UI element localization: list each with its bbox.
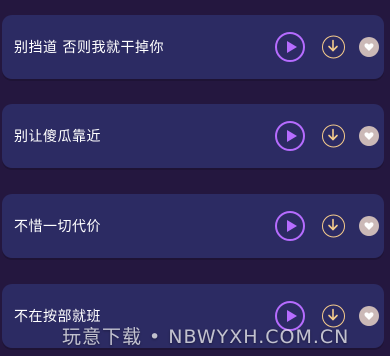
- song-card[interactable]: 不惜一切代价: [2, 194, 384, 258]
- like-button[interactable]: [359, 37, 379, 57]
- play-icon: [287, 310, 297, 322]
- download-icon: [328, 308, 338, 321]
- like-button[interactable]: [359, 216, 379, 236]
- download-icon: [328, 39, 338, 52]
- song-list: 别挡道 否则我就干掉你 别让傻瓜靠近 不惜一切代价 不在按部就班: [0, 0, 390, 356]
- song-card[interactable]: 别让傻瓜靠近: [2, 104, 384, 168]
- play-icon: [287, 41, 297, 53]
- heart-icon: [364, 43, 374, 51]
- download-button[interactable]: [322, 35, 345, 59]
- download-icon: [328, 128, 338, 141]
- heart-icon: [364, 312, 374, 320]
- heart-icon: [364, 222, 374, 230]
- song-title: 别挡道 否则我就干掉你: [14, 40, 164, 56]
- play-button[interactable]: [275, 211, 305, 241]
- heart-icon: [364, 132, 374, 140]
- song-title: 别让傻瓜靠近: [14, 129, 101, 145]
- like-button[interactable]: [359, 126, 379, 146]
- play-button[interactable]: [275, 121, 305, 151]
- watermark-text: 玩意下载 • NBWYXH.COM.CN: [62, 326, 350, 348]
- play-icon: [287, 130, 297, 142]
- play-icon: [287, 220, 297, 232]
- download-button[interactable]: [322, 124, 345, 148]
- like-button[interactable]: [359, 306, 379, 326]
- download-button[interactable]: [322, 214, 345, 238]
- song-card[interactable]: 别挡道 否则我就干掉你: [2, 15, 384, 79]
- song-title: 不惜一切代价: [14, 219, 101, 235]
- play-button[interactable]: [275, 32, 305, 62]
- download-icon: [328, 218, 338, 231]
